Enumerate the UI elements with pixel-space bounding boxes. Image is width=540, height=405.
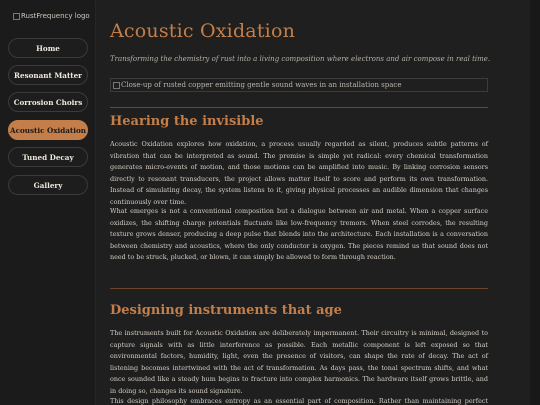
section-heading: Designing instruments that age — [110, 303, 342, 318]
logo-alt-text: RustFrequency logo — [21, 12, 90, 20]
section-paragraph: Acoustic Oxidation explores how oxidatio… — [110, 140, 488, 206]
hero-image-alt-text: Close-up of rusted copper emitting gentl… — [121, 81, 402, 89]
page-title: Acoustic Oxidation — [110, 20, 296, 42]
nav-item-resonant-matter[interactable]: Resonant Matter — [8, 65, 88, 85]
scrollbar[interactable] — [530, 0, 540, 405]
broken-image-icon — [13, 12, 20, 20]
nav-item-home[interactable]: Home — [8, 38, 88, 58]
nav-item-corrosion-choirs[interactable]: Corrosion Choirs — [8, 92, 88, 112]
sidebar: RustFrequency logo Home Resonant Matter … — [0, 0, 96, 405]
nav-item-gallery[interactable]: Gallery — [8, 175, 88, 195]
section-divider — [110, 288, 488, 289]
broken-image-icon — [113, 81, 120, 89]
site-logo[interactable]: RustFrequency logo — [13, 12, 90, 20]
page-subtitle: Transforming the chemistry of rust into … — [110, 55, 491, 63]
section-paragraph: The instruments built for Acoustic Oxida… — [110, 329, 488, 395]
section-paragraph: This design philosophy embraces entropy … — [110, 397, 488, 405]
section-heading: Hearing the invisible — [110, 114, 264, 129]
main-content: Acoustic Oxidation Transforming the chem… — [96, 0, 530, 405]
nav-item-acoustic-oxidation[interactable]: Acoustic Oxidation — [8, 120, 88, 140]
nav-item-tuned-decay[interactable]: Tuned Decay — [8, 147, 88, 167]
section-paragraph: What emerges is not a conventional compo… — [110, 207, 488, 262]
hero-image: Close-up of rusted copper emitting gentl… — [110, 78, 488, 92]
section-divider — [110, 107, 488, 108]
